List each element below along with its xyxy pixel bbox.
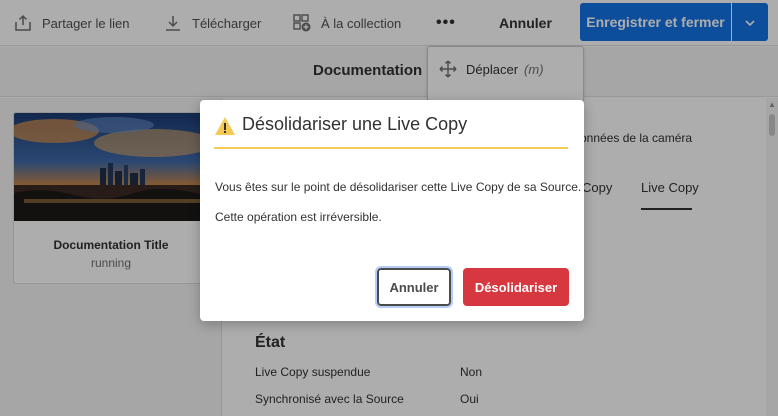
detach-button[interactable]: Désolidariser xyxy=(463,268,569,306)
dialog-header: Désolidariser une Live Copy xyxy=(214,114,568,149)
dialog-cancel-label: Annuler xyxy=(389,279,439,295)
detach-live-copy-dialog: Désolidariser une Live Copy Vous êtes su… xyxy=(200,100,584,321)
dialog-cancel-button[interactable]: Annuler xyxy=(375,266,453,308)
detach-label: Désolidariser xyxy=(474,279,558,295)
warning-icon xyxy=(214,115,236,137)
dialog-warning-message: Cette opération est irréversible. xyxy=(215,210,382,224)
dialog-title: Désolidariser une Live Copy xyxy=(242,114,468,134)
dialog-message: Vous êtes sur le point de désolidariser … xyxy=(215,180,582,194)
